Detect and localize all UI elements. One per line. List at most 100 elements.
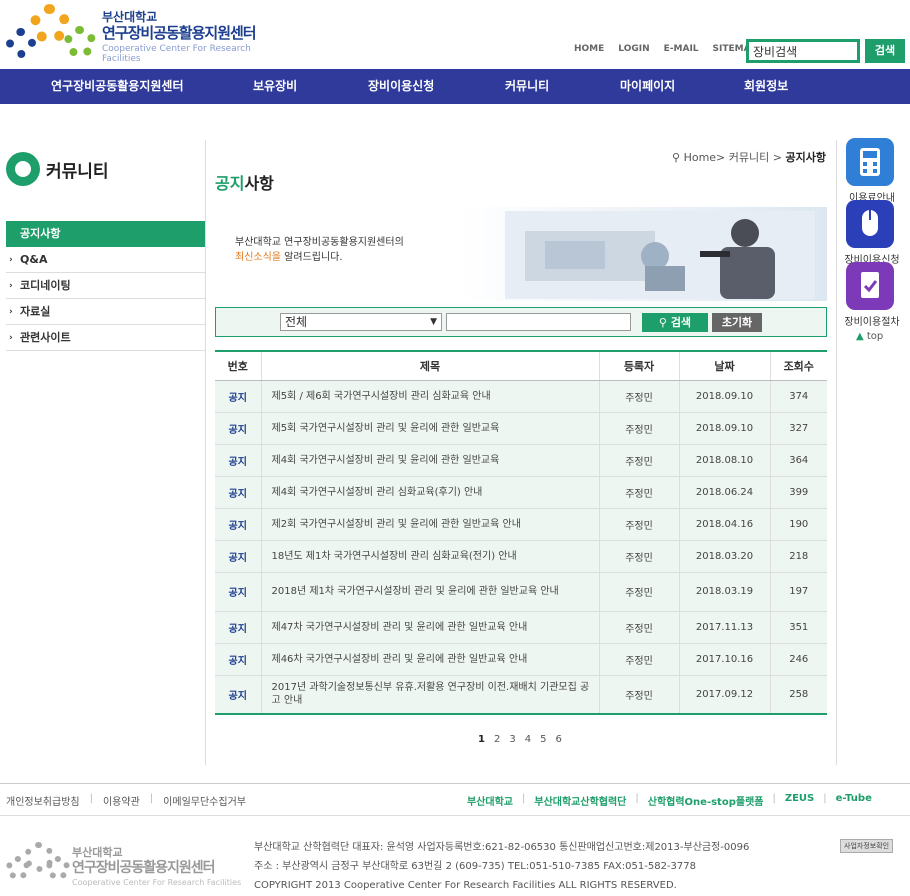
breadcrumb-section[interactable]: 커뮤니티: [729, 151, 769, 164]
cell-date: 2018.09.10: [678, 380, 770, 413]
cell-title[interactable]: 제47차 국가연구시설장비 관리 및 윤리에 관한 일반교육 안내: [260, 611, 599, 644]
notice-table: 번호 제목 등록자 날짜 조회수 공지 제5회 / 제6회 국가연구시설장비 관리…: [215, 350, 827, 715]
keyword-input[interactable]: [446, 313, 631, 331]
breadcrumb-current: 공지사항: [785, 151, 826, 164]
banner-line2: 최신소식을 알려드립니다.: [235, 248, 343, 263]
table-row[interactable]: 공지 제46차 국가연구시설장비 관리 및 윤리에 관한 일반교육 안내 주정민 20…: [215, 643, 827, 676]
arrow-right-icon: ›: [9, 281, 13, 291]
cell-title[interactable]: 2018년 제1차 국가연구시설장비 관리 및 윤리에 관한 일반교육 안내: [260, 572, 599, 612]
footer-link-privacy[interactable]: 개인정보취급방침: [6, 793, 80, 808]
cell-views: 364: [769, 444, 827, 477]
header-search-button[interactable]: 검색: [865, 39, 905, 63]
cell-title[interactable]: 제46차 국가연구시설장비 관리 및 윤리에 관한 일반교육 안내: [260, 643, 599, 676]
related-link-etube[interactable]: e-Tube: [836, 793, 872, 808]
related-link-onestop[interactable]: 산학협력One-stop플랫폼: [648, 793, 764, 808]
breadcrumb-home[interactable]: Home>: [684, 151, 726, 164]
sidebar-item-label: Q&A: [20, 253, 48, 266]
business-info-badge[interactable]: 사업자정보확인: [840, 839, 894, 853]
page-title-part1: 공지: [215, 174, 245, 193]
banner-highlight: 최신소식을: [235, 252, 281, 263]
table-row[interactable]: 공지 제5회 / 제6회 국가연구시설장비 관리 심화교육 안내 주정민 2018.0…: [215, 380, 827, 413]
cell-title[interactable]: 제5회 국가연구시설장비 관리 및 윤리에 관한 일반교육: [260, 412, 599, 445]
sidebar-item-label: 공지사항: [20, 227, 61, 240]
cell-no: 공지: [215, 444, 261, 477]
cell-no: 공지: [215, 476, 261, 509]
page-4[interactable]: 4: [525, 734, 531, 745]
page-1[interactable]: 1: [478, 734, 485, 745]
reset-button[interactable]: 초기화: [712, 313, 762, 332]
nav-equipment-request[interactable]: 장비이용신청: [368, 69, 434, 104]
page-title: 공지사항: [215, 170, 274, 194]
related-link-zeus[interactable]: ZEUS: [785, 793, 814, 808]
cell-title[interactable]: 제5회 / 제6회 국가연구시설장비 관리 심화교육 안내: [260, 380, 599, 413]
community-icon: [6, 152, 40, 186]
cell-no: 공지: [215, 380, 261, 413]
cell-title[interactable]: 제4회 국가연구시설장비 관리 및 윤리에 관한 일반교육: [260, 444, 599, 477]
related-link-pnu[interactable]: 부산대학교: [467, 793, 513, 808]
checklist-icon[interactable]: [846, 262, 894, 310]
cell-views: 197: [769, 572, 827, 612]
cell-date: 2018.09.10: [678, 412, 770, 445]
divider: [0, 815, 910, 816]
page-3[interactable]: 3: [509, 734, 515, 745]
gear-icon-green: [64, 26, 96, 58]
util-link-home[interactable]: HOME: [574, 44, 604, 54]
nav-mypage[interactable]: 마이페이지: [620, 69, 675, 104]
cell-title[interactable]: 제2회 국가연구시설장비 관리 및 윤리에 관한 일반교육 안내: [260, 508, 599, 541]
arrow-right-icon: ›: [9, 307, 13, 317]
footer-link-terms[interactable]: 이용약관: [103, 793, 140, 808]
footer-info-line1: 부산대학교 산학협력단 대표자: 윤석영 사업자등록번호:621-82-0653…: [254, 842, 750, 853]
sidebar-item-related-sites[interactable]: › 관련사이트: [6, 325, 205, 351]
scroll-top-button[interactable]: ▲ top: [856, 331, 883, 342]
sidebar-item-notice[interactable]: 공지사항: [6, 221, 205, 247]
divider: [205, 140, 206, 765]
page-2[interactable]: 2: [494, 734, 500, 745]
arrow-right-icon: ›: [9, 255, 13, 265]
site-logo[interactable]: 부산대학교 연구장비공동활용지원센터 Cooperative Center Fo…: [6, 4, 276, 64]
related-link-industry-cooperation[interactable]: 부산대학교산학협력단: [534, 793, 626, 808]
table-row[interactable]: 공지 18년도 제1차 국가연구시설장비 관리 심화교육(전기) 안내 주정민 201…: [215, 540, 827, 573]
table-row[interactable]: 공지 2017년 과학기술정보통신부 유휴.저활용 연구장비 이전.재배치 기관모…: [215, 675, 827, 715]
search-button-label: 검색: [670, 316, 692, 329]
table-row[interactable]: 공지 제4회 국가연구시설장비 관리 심화교육(후기) 안내 주정민 2018.06.…: [215, 476, 827, 509]
footer-info: 부산대학교 산학협력단 대표자: 윤석영 사업자등록번호:621-82-0653…: [254, 838, 749, 895]
checklist-icon-graphic: [861, 272, 879, 298]
search-button[interactable]: ⚲ 검색: [642, 313, 708, 332]
cell-author: 주정민: [598, 572, 679, 612]
cell-views: 258: [769, 675, 827, 715]
equipment-search-input[interactable]: [746, 39, 860, 63]
cell-title[interactable]: 18년도 제1차 국가연구시설장비 관리 심화교육(전기) 안내: [260, 540, 599, 573]
nav-community[interactable]: 커뮤니티: [505, 69, 549, 104]
cell-title[interactable]: 2017년 과학기술정보통신부 유휴.저활용 연구장비 이전.재배치 기관모집 …: [260, 675, 599, 715]
table-row[interactable]: 공지 제47차 국가연구시설장비 관리 및 윤리에 관한 일반교육 안내 주정민 20…: [215, 611, 827, 644]
cell-views: 351: [769, 611, 827, 644]
table-row[interactable]: 공지 제5회 국가연구시설장비 관리 및 윤리에 관한 일반교육 주정민 2018.0…: [215, 412, 827, 445]
util-link-email[interactable]: E-MAIL: [664, 44, 699, 54]
researcher-microscope-image: [505, 211, 815, 299]
table-row[interactable]: 공지 제4회 국가연구시설장비 관리 및 윤리에 관한 일반교육 주정민 2018.0…: [215, 444, 827, 477]
page-6[interactable]: 6: [555, 734, 561, 745]
related-links: 부산대학교 | 부산대학교산학협력단 | 산학협력One-stop플랫폼 | ZEUS…: [467, 793, 872, 808]
sidebar-item-archive[interactable]: › 자료실: [6, 299, 205, 325]
cell-views: 327: [769, 412, 827, 445]
nav-member-info[interactable]: 회원정보: [744, 69, 788, 104]
mouse-icon[interactable]: [846, 200, 894, 248]
cell-no: 공지: [215, 540, 261, 573]
sidebar-item-label: 자료실: [20, 305, 51, 318]
calculator-icon[interactable]: [846, 138, 894, 186]
util-link-login[interactable]: LOGIN: [618, 44, 649, 54]
notice-banner: 부산대학교 연구장비공동활용지원센터의 최신소식을 알려드립니다.: [215, 207, 827, 301]
sidebar-item-coordinating[interactable]: › 코디네이팅: [6, 273, 205, 299]
table-row[interactable]: 공지 제2회 국가연구시설장비 관리 및 윤리에 관한 일반교육 안내 주정민 201…: [215, 508, 827, 541]
cell-no: 공지: [215, 508, 261, 541]
nav-center[interactable]: 연구장비공동활용지원센터: [51, 69, 183, 104]
page-5[interactable]: 5: [540, 734, 546, 745]
nav-equipment[interactable]: 보유장비: [253, 69, 297, 104]
table-row[interactable]: 공지 2018년 제1차 국가연구시설장비 관리 및 윤리에 관한 일반교육 안내…: [215, 572, 827, 612]
cell-title[interactable]: 제4회 국가연구시설장비 관리 심화교육(후기) 안내: [260, 476, 599, 509]
separator: |: [522, 793, 526, 804]
footer-link-email-policy[interactable]: 이메일무단수집거부: [163, 793, 246, 808]
sidebar-item-qna[interactable]: › Q&A: [6, 247, 205, 273]
search-category-select[interactable]: 전체 ▼: [280, 313, 442, 331]
quick-label-procedure[interactable]: 장비이용절차: [838, 313, 906, 328]
